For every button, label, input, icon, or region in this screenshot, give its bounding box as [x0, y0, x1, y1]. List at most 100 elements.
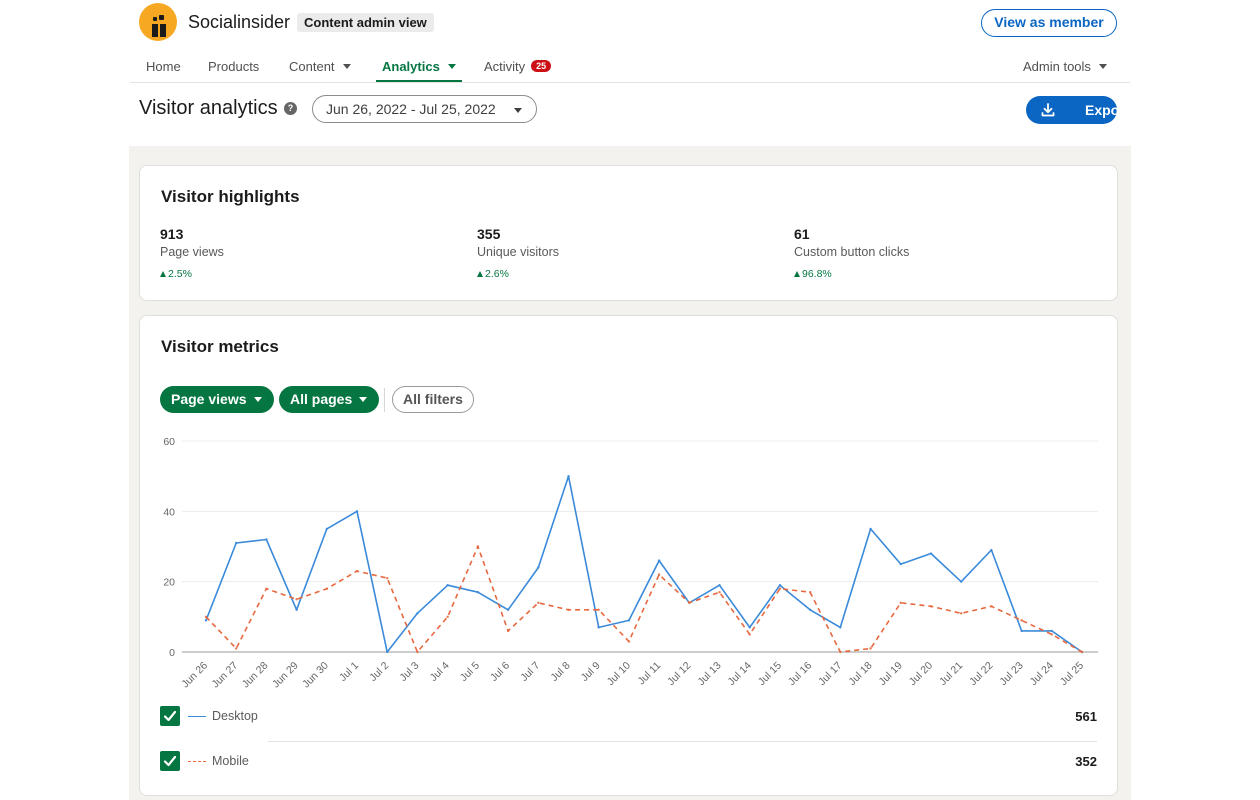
x-tick-label: Jun 26 [179, 660, 210, 691]
highlight-label: Custom button clicks [794, 245, 910, 259]
export-label: Export [1085, 102, 1130, 118]
notification-count-badge: 25 [531, 60, 552, 72]
data-point-mobile [597, 608, 600, 611]
x-tick-label: Jun 27 [210, 660, 241, 691]
data-point-desktop [839, 626, 842, 629]
data-point-desktop [990, 548, 993, 552]
x-tick-label: Jun 29 [270, 660, 301, 691]
date-range-picker[interactable]: Jun 26, 2022 - Jul 25, 2022 [312, 95, 537, 123]
nav-products[interactable]: Products [208, 59, 259, 74]
x-tick-label: Jul 19 [877, 660, 905, 688]
admin-tools-menu[interactable]: Admin tools [1023, 59, 1107, 74]
highlight-label: Page views [160, 245, 224, 259]
chevron-down-icon [1098, 64, 1107, 69]
legend-total: 352 [1075, 754, 1097, 769]
data-point-mobile [688, 601, 691, 604]
trend-up-icon [477, 271, 483, 277]
data-point-mobile [235, 647, 238, 650]
data-point-desktop [1020, 629, 1023, 633]
legend-desktop: Desktop 561 [160, 706, 1097, 730]
nav-home[interactable]: Home [146, 59, 181, 74]
export-button[interactable]: Export [1026, 96, 1129, 124]
data-point-desktop [537, 566, 540, 569]
data-point-mobile [265, 587, 268, 590]
highlight-change-value: 2.6% [485, 268, 509, 280]
highlight-change: 2.5% [160, 268, 410, 280]
x-tick-label: Jul 10 [605, 660, 633, 688]
data-point-desktop [265, 538, 268, 541]
chevron-down-icon [447, 64, 456, 69]
visitor-metrics-chart: 0204060Jun 26 Jun 27 Jun 28 Jun 29 Jun 30 Jul… [163, 436, 1098, 691]
x-tick-label: Jul 13 [695, 660, 723, 688]
mobile-series-checkbox[interactable] [160, 751, 180, 771]
x-tick-label: Jul 2 [367, 660, 391, 684]
data-point-mobile [929, 605, 933, 608]
data-point-desktop [446, 583, 449, 587]
data-point-desktop [748, 626, 751, 629]
x-tick-label: Jul 20 [907, 660, 935, 688]
data-point-mobile [808, 591, 812, 594]
nav-analytics[interactable]: Analytics [382, 59, 456, 74]
nav-content[interactable]: Content [289, 59, 351, 74]
x-tick-label: Jul 15 [756, 660, 784, 688]
data-point-mobile [567, 608, 570, 611]
data-point-desktop [929, 552, 933, 555]
top-bar: Socialinsider Content admin view View as… [0, 0, 1260, 146]
data-point-mobile [778, 587, 782, 590]
data-point-mobile [295, 598, 298, 601]
nav-activity[interactable]: Activity 25 [484, 59, 552, 74]
data-point-mobile [386, 576, 389, 580]
x-tick-label: Jul 3 [397, 660, 421, 684]
highlight-unique-visitors: 355 Unique visitors 2.6% [477, 226, 727, 280]
trend-up-icon [794, 271, 800, 277]
x-tick-label: Jul 11 [635, 660, 663, 688]
brand-logo-icon[interactable] [139, 3, 177, 41]
checkmark-icon [163, 755, 177, 767]
x-tick-label: Jul 7 [518, 660, 542, 684]
desktop-legend-swatch [188, 716, 206, 717]
data-point-mobile [416, 650, 419, 654]
data-point-desktop [416, 612, 419, 615]
nav-content-label: Content [289, 59, 335, 74]
mobile-legend-swatch [188, 761, 206, 762]
data-point-desktop [597, 626, 600, 629]
data-point-desktop [386, 650, 389, 654]
x-tick-label: Jul 5 [458, 660, 482, 684]
x-tick-label: Jun 28 [240, 660, 271, 691]
desktop-series-checkbox[interactable] [160, 706, 180, 726]
data-point-desktop [235, 541, 238, 545]
data-point-desktop [627, 619, 631, 622]
x-tick-label: Jul 23 [997, 660, 1025, 688]
data-point-mobile [627, 640, 631, 643]
x-tick-label: Jul 18 [846, 660, 874, 688]
date-range-label: Jun 26, 2022 - Jul 25, 2022 [326, 101, 496, 117]
nav-home-label: Home [146, 59, 181, 74]
legend-label: Mobile [212, 754, 249, 768]
x-tick-label: Jul 24 [1028, 660, 1056, 688]
highlight-change-value: 96.8% [802, 268, 832, 280]
highlight-label: Unique visitors [477, 245, 559, 259]
brand-name[interactable]: Socialinsider [188, 12, 290, 33]
y-tick-label: 20 [163, 577, 175, 589]
visitor-metrics-card: Visitor metrics Page views All pages All… [139, 315, 1118, 796]
x-tick-label: Jun 30 [300, 660, 331, 691]
data-point-mobile [869, 647, 872, 650]
page-title: Visitor analytics [139, 97, 278, 119]
content-admin-view-badge: Content admin view [297, 13, 434, 32]
help-icon[interactable]: ? [284, 102, 297, 115]
data-point-desktop [869, 527, 872, 531]
data-point-mobile [990, 605, 993, 608]
data-point-mobile [204, 615, 208, 619]
legend-divider [268, 741, 1097, 742]
x-tick-label: Jul 22 [967, 660, 995, 688]
y-tick-label: 40 [163, 506, 175, 518]
active-tab-indicator [376, 80, 462, 82]
highlight-value: 355 [477, 226, 501, 242]
x-tick-label: Jul 21 [937, 660, 965, 688]
data-point-mobile [537, 601, 540, 604]
data-point-desktop [959, 580, 963, 583]
data-point-desktop [355, 510, 359, 513]
data-point-desktop [567, 474, 570, 478]
view-as-member-button[interactable]: View as member [981, 9, 1117, 37]
data-point-mobile [748, 633, 751, 636]
